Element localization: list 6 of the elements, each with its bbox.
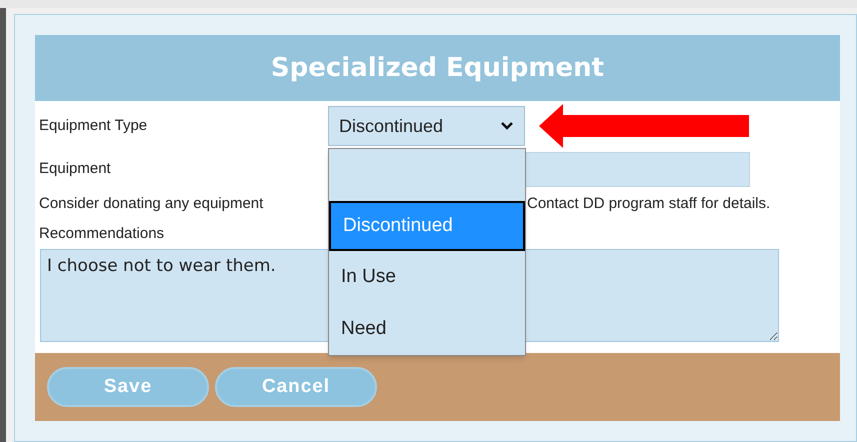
field-label: Recommendations [39, 224, 164, 244]
note-text: Contact DD program staff for details. [527, 194, 770, 214]
note-text: Consider donating any equipment [39, 194, 264, 214]
dialog-title: Specialized Equipment [270, 52, 604, 84]
field-label: Equipment Type [39, 116, 148, 136]
field-label: Equipment [39, 158, 112, 179]
